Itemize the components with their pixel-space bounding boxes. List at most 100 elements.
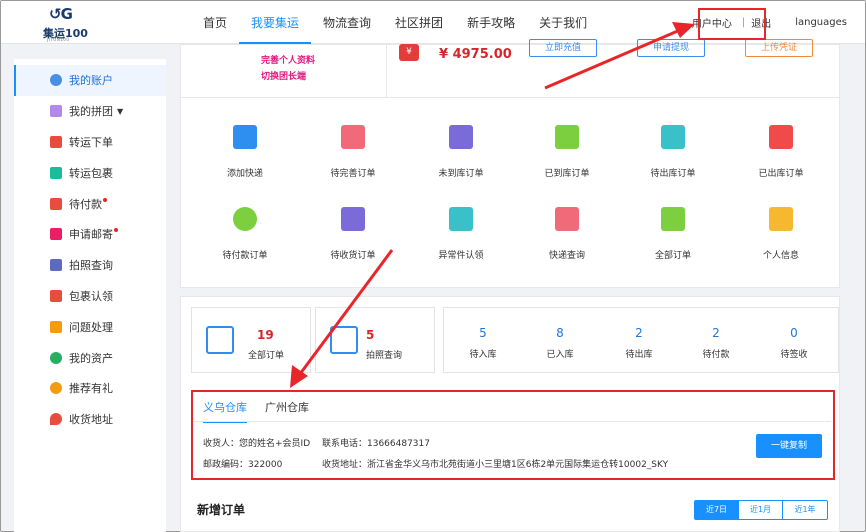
sidebar-item-my-assets[interactable]: 我的资产 bbox=[14, 342, 166, 373]
sidebar-item-my-group[interactable]: 我的拼团 ▼ bbox=[14, 96, 166, 127]
count-label: 待签收 bbox=[780, 350, 808, 360]
sidebar-item-my-account[interactable]: 我的账户 bbox=[14, 65, 166, 96]
count-in-stock[interactable]: 8 已入库 bbox=[522, 326, 598, 360]
photo-icon bbox=[50, 259, 62, 272]
shortcut-pending-complete[interactable]: 待完善订单 bbox=[313, 125, 393, 185]
shortcut-shipped[interactable]: 已出库订单 bbox=[741, 125, 821, 185]
range-1-year[interactable]: 近1年 bbox=[783, 501, 827, 519]
divider bbox=[386, 45, 387, 97]
all-orders-label: 全部订单 bbox=[248, 351, 285, 361]
count-number: 0 bbox=[790, 326, 798, 340]
user-center-highlight bbox=[698, 8, 766, 40]
warehouse-highlight bbox=[191, 390, 835, 480]
caret-down-icon: ▼ bbox=[117, 106, 124, 116]
sidebar-item-referral[interactable]: 推荐有礼 bbox=[14, 373, 166, 404]
count-number: 2 bbox=[635, 326, 643, 340]
shortcut-label: 待完善订单 bbox=[330, 169, 376, 179]
all-orders-stat[interactable]: 19 全部订单 bbox=[191, 307, 311, 373]
main-nav: 首页 我要集运 物流查询 社区拼团 新手攻略 关于我们 bbox=[191, 1, 599, 44]
wallet-icon bbox=[50, 197, 62, 210]
shortcut-personal-info[interactable]: 个人信息 bbox=[741, 207, 821, 267]
withdraw-button[interactable]: 申请提现 bbox=[637, 39, 705, 57]
notification-dot bbox=[114, 228, 118, 233]
account-overview-card: 完善个人资料 切换团长端 ¥ ¥ 4975.00 立即充值 申请提现 上传凭证 … bbox=[180, 39, 840, 288]
languages-link[interactable]: languages bbox=[779, 17, 847, 28]
sidebar-item-label: 问题处理 bbox=[69, 320, 113, 334]
count-label: 待入库 bbox=[469, 350, 497, 360]
count-pending-sign[interactable]: 0 待签收 bbox=[756, 326, 832, 360]
sidebar-item-pending-payment[interactable]: 待付款 bbox=[14, 188, 166, 219]
range-1-month[interactable]: 近1月 bbox=[739, 501, 783, 519]
shortcut-express-query[interactable]: 快递查询 bbox=[527, 207, 607, 267]
shortcut-add-express[interactable]: 添加快递 bbox=[205, 125, 285, 185]
nav-consolidate[interactable]: 我要集运 bbox=[239, 1, 312, 44]
shortcut-not-arrived[interactable]: 未到库订单 bbox=[421, 125, 501, 185]
claim-icon bbox=[50, 289, 62, 302]
date-range-selector: 近7日 近1月 近1年 bbox=[694, 500, 828, 520]
count-pending-in[interactable]: 5 待入库 bbox=[445, 326, 521, 360]
site-logo[interactable]: ↺G 集运100 JIYUN100 bbox=[41, 5, 97, 42]
nav-about[interactable]: 关于我们 bbox=[527, 1, 599, 44]
sidebar-item-problem-handling[interactable]: 问题处理 bbox=[14, 311, 166, 342]
count-pending-out[interactable]: 2 待出库 bbox=[601, 326, 677, 360]
personal-info-icon bbox=[769, 207, 793, 231]
shortcut-label: 全部订单 bbox=[654, 251, 691, 261]
sidebar-item-package-claim[interactable]: 包裹认领 bbox=[14, 281, 166, 312]
order-status-counts: 5 待入库 8 已入库 2 待出库 2 待付款 0 待签收 bbox=[443, 307, 839, 373]
shortcut-label: 已到库订单 bbox=[544, 169, 590, 179]
all-orders-count: 19 bbox=[257, 328, 274, 342]
divider bbox=[181, 97, 839, 98]
location-icon bbox=[50, 413, 62, 426]
range-7-days[interactable]: 近7日 bbox=[695, 501, 739, 519]
count-pending-pay[interactable]: 2 待付款 bbox=[678, 326, 754, 360]
nav-home[interactable]: 首页 bbox=[191, 1, 239, 44]
count-number: 5 bbox=[479, 326, 487, 340]
notification-dot bbox=[103, 197, 107, 202]
nav-group-buy[interactable]: 社区拼团 bbox=[383, 1, 455, 44]
nav-guide[interactable]: 新手攻略 bbox=[455, 1, 527, 44]
shortcut-pending-pay[interactable]: 待付款订单 bbox=[205, 207, 285, 267]
sidebar-item-apply-mail[interactable]: 申请邮寄 bbox=[14, 219, 166, 250]
shortcut-pending-receive[interactable]: 待收货订单 bbox=[313, 207, 393, 267]
sidebar-item-transfer-order[interactable]: 转运下单 bbox=[14, 127, 166, 158]
sidebar-item-label: 包裹认领 bbox=[69, 289, 113, 303]
add-express-icon bbox=[233, 125, 257, 149]
nav-tracking[interactable]: 物流查询 bbox=[311, 1, 383, 44]
recharge-button[interactable]: 立即充值 bbox=[529, 39, 597, 57]
shortcut-label: 未到库订单 bbox=[438, 169, 484, 179]
pending-receive-icon bbox=[341, 207, 365, 231]
not-arrived-icon bbox=[449, 125, 473, 149]
switch-leader-link[interactable]: 切换团长端 bbox=[261, 69, 315, 85]
share-icon bbox=[50, 382, 62, 395]
shortcut-arrived[interactable]: 已到库订单 bbox=[527, 125, 607, 185]
upload-voucher-button[interactable]: 上传凭证 bbox=[745, 39, 813, 57]
profile-links: 完善个人资料 切换团长端 bbox=[261, 53, 315, 85]
shortcut-label: 已出库订单 bbox=[758, 169, 804, 179]
sidebar-item-address[interactable]: 收货地址 bbox=[14, 404, 166, 435]
count-number: 8 bbox=[556, 326, 564, 340]
sidebar-item-label: 待付款 bbox=[69, 197, 102, 211]
all-orders-icon bbox=[661, 207, 685, 231]
package-icon bbox=[50, 166, 62, 179]
count-label: 已入库 bbox=[546, 350, 574, 360]
photo-query-label: 拍照查询 bbox=[366, 351, 403, 361]
order-icon bbox=[50, 135, 62, 148]
problem-icon bbox=[50, 320, 62, 333]
sidebar-item-label: 申请邮寄 bbox=[69, 228, 113, 242]
logo-mark-icon: ↺G bbox=[49, 5, 73, 23]
asset-icon bbox=[50, 351, 62, 364]
photo-query-stat[interactable]: 5 拍照查询 bbox=[315, 307, 435, 373]
sidebar-item-transfer-package[interactable]: 转运包裹 bbox=[14, 157, 166, 188]
count-label: 待出库 bbox=[625, 350, 653, 360]
mail-icon bbox=[50, 228, 62, 241]
shortcut-exception[interactable]: 异常件认领 bbox=[421, 207, 501, 267]
sidebar-item-label: 我的账户 bbox=[69, 74, 113, 88]
complete-profile-link[interactable]: 完善个人资料 bbox=[261, 53, 315, 69]
express-query-icon bbox=[555, 207, 579, 231]
shortcut-pending-out[interactable]: 待出库订单 bbox=[633, 125, 713, 185]
account-balance: ¥ 4975.00 bbox=[439, 47, 512, 62]
sidebar-item-label: 拍照查询 bbox=[69, 259, 113, 273]
sidebar-item-label: 推荐有礼 bbox=[69, 382, 113, 396]
shortcut-all-orders[interactable]: 全部订单 bbox=[633, 207, 713, 267]
sidebar-item-photo-query[interactable]: 拍照查询 bbox=[14, 250, 166, 281]
